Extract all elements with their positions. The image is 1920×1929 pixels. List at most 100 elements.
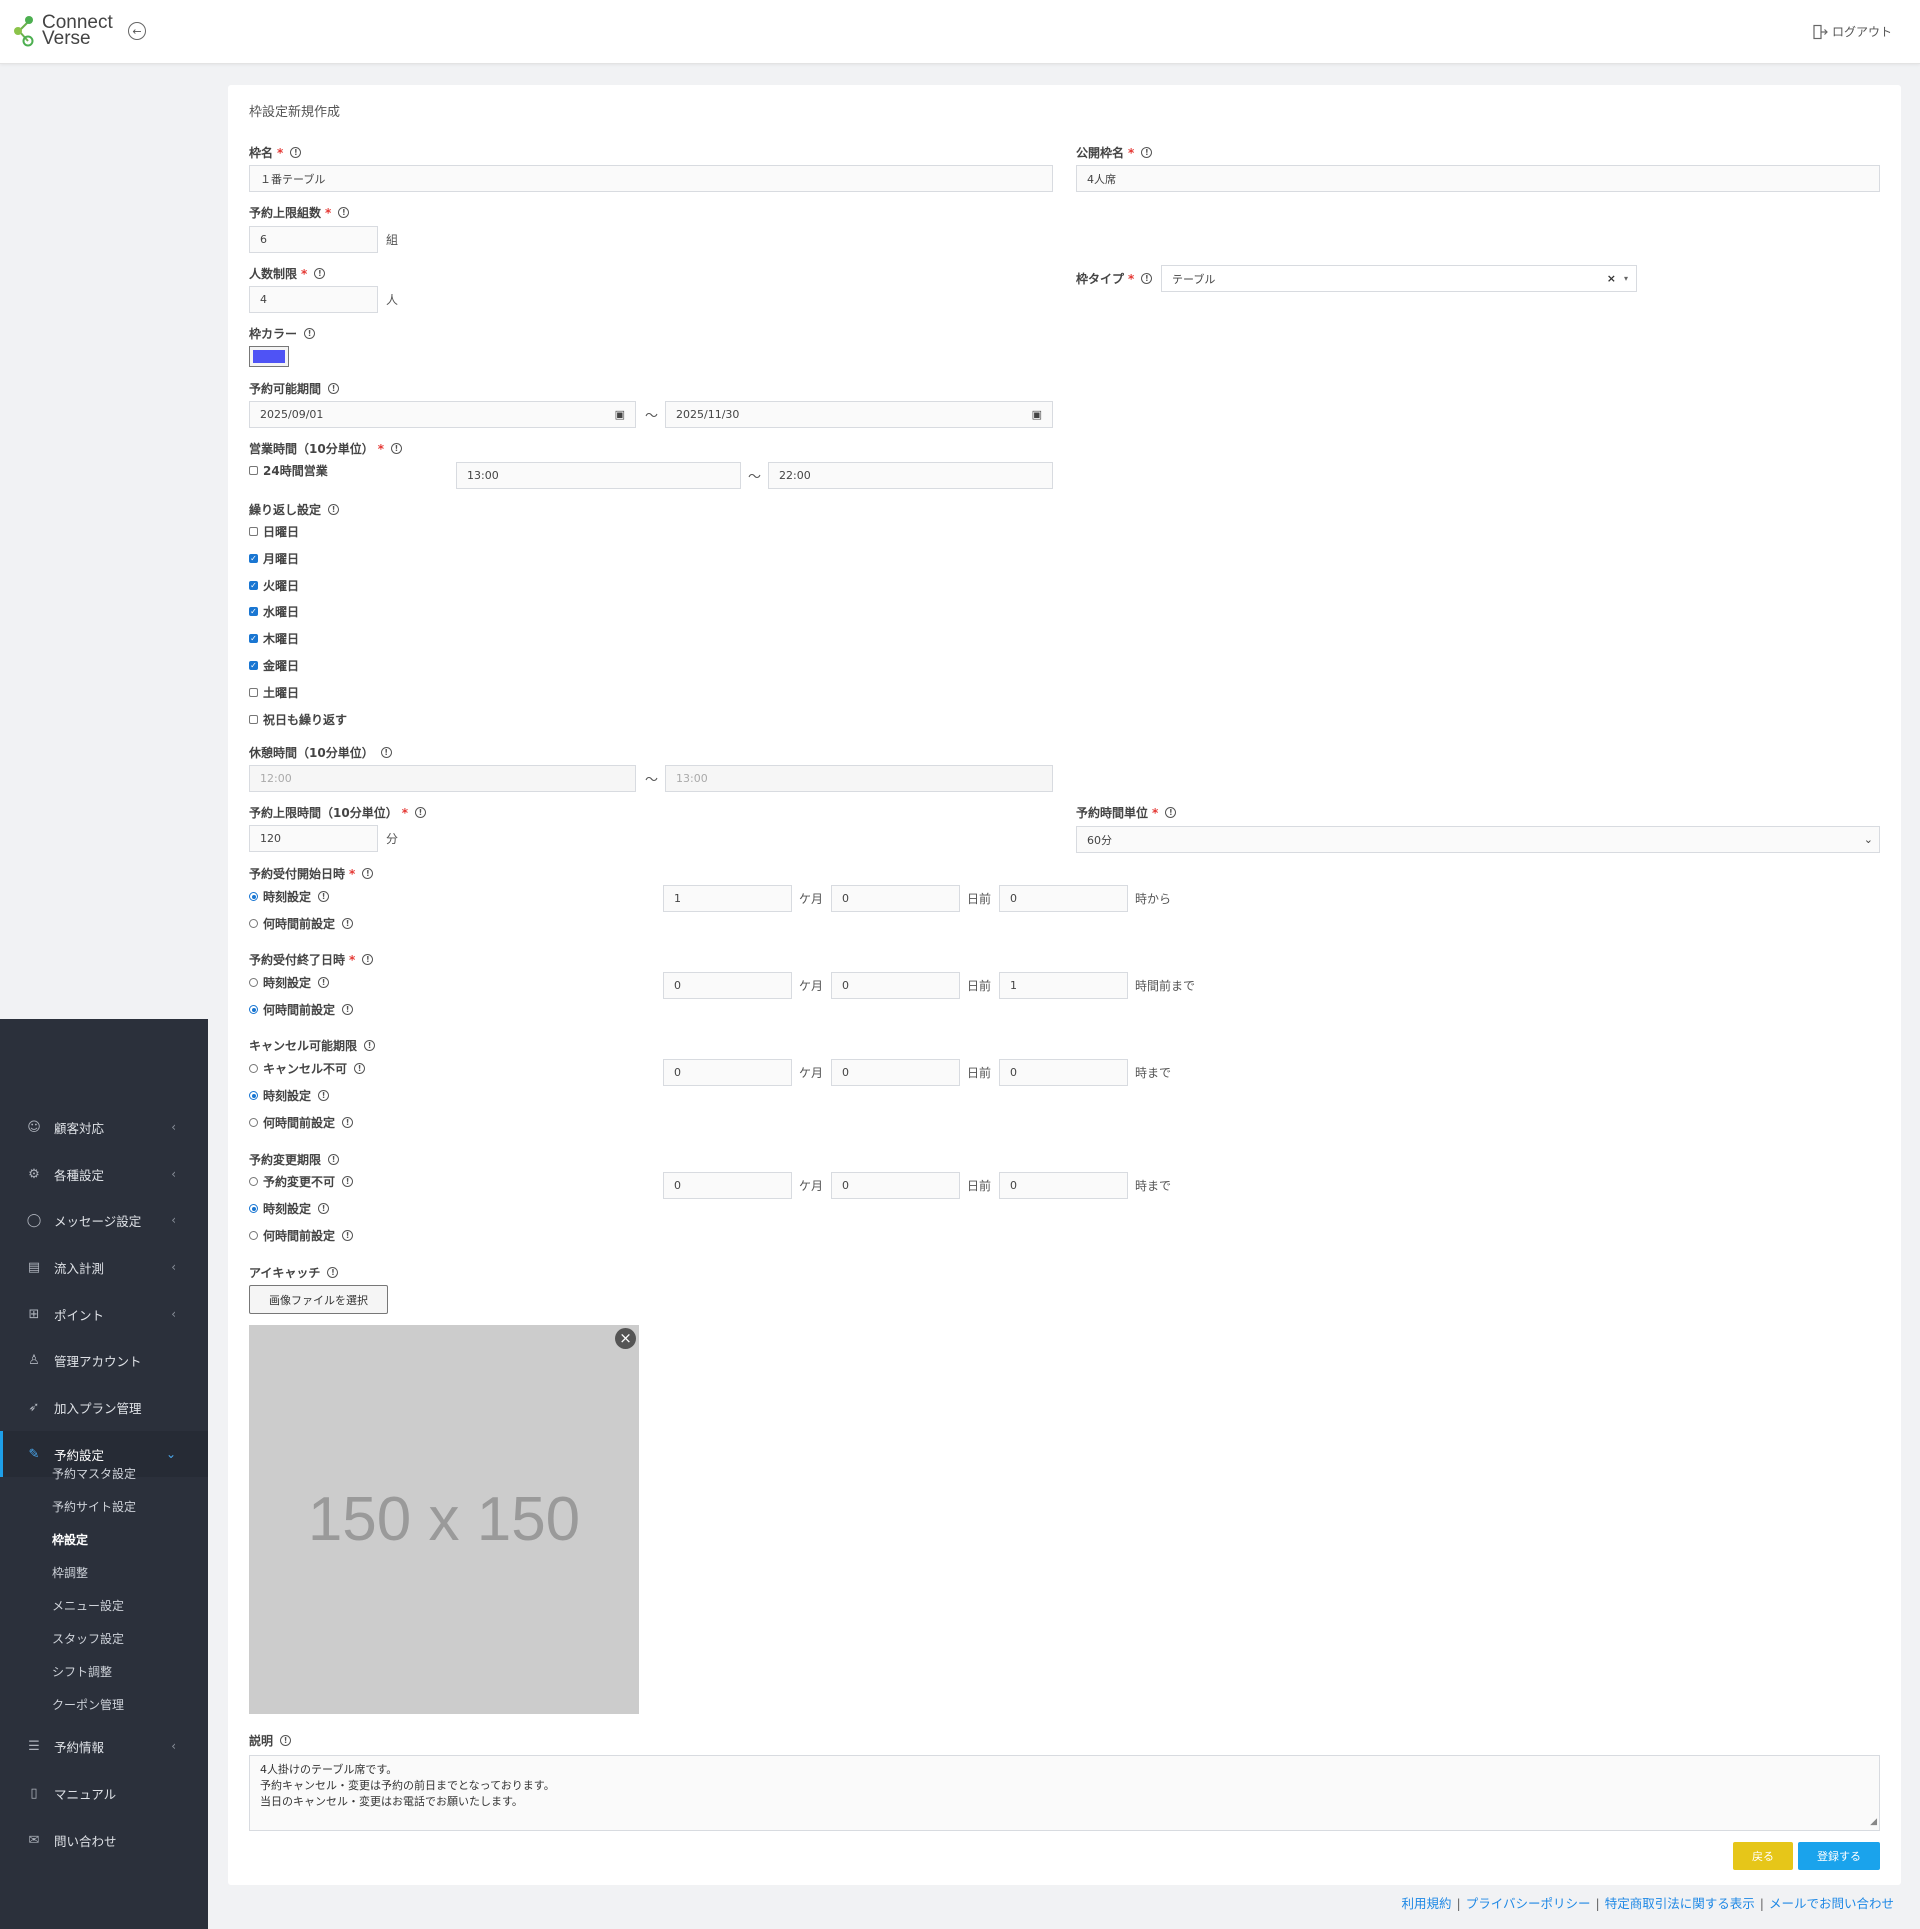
repeat-tuesday-checkbox[interactable]: ✓ 火曜日 bbox=[249, 577, 299, 594]
repeat-friday-checkbox[interactable]: ✓ 金曜日 bbox=[249, 657, 299, 674]
footer-link-privacy[interactable]: プライバシーポリシー bbox=[1466, 1896, 1591, 1911]
frame-color-picker[interactable] bbox=[249, 346, 289, 367]
help-icon[interactable]: ! bbox=[318, 891, 330, 902]
frame-type-select[interactable]: テーブル × ▾ bbox=[1161, 265, 1637, 292]
change-months-input[interactable]: 0 bbox=[663, 1172, 792, 1199]
help-icon[interactable]: ! bbox=[342, 918, 354, 929]
help-icon[interactable]: ! bbox=[354, 1063, 366, 1074]
change-days-input[interactable]: 0 bbox=[831, 1172, 960, 1199]
accept-start-hours-radio[interactable]: 何時間前設定! bbox=[249, 915, 354, 932]
footer-link-contact[interactable]: メールでお問い合わせ bbox=[1769, 1896, 1894, 1911]
accept-start-days-input[interactable]: 0 bbox=[831, 885, 960, 912]
sidebar-subitem-shift[interactable]: シフト調整 bbox=[52, 1663, 112, 1680]
help-icon[interactable]: ! bbox=[304, 328, 316, 339]
public-name-input[interactable]: 4人席 bbox=[1076, 165, 1880, 192]
help-icon[interactable]: ! bbox=[327, 1267, 339, 1278]
footer-link-terms[interactable]: 利用規約 bbox=[1402, 1896, 1452, 1911]
sidebar-item-reservation-info[interactable]: ☰ 予約情報 ‹ bbox=[0, 1723, 208, 1769]
repeat-monday-checkbox[interactable]: ✓ 月曜日 bbox=[249, 550, 299, 567]
accept-start-months-input[interactable]: 1 bbox=[663, 885, 792, 912]
time-unit-select[interactable]: 60分 ⌄ bbox=[1076, 826, 1880, 853]
max-groups-input[interactable]: 6 bbox=[249, 226, 378, 253]
sidebar-item-manual[interactable]: ▯ マニュアル bbox=[0, 1770, 208, 1816]
back-button[interactable]: 戻る bbox=[1733, 1842, 1793, 1870]
sidebar-subitem-coupon[interactable]: クーポン管理 bbox=[52, 1696, 124, 1713]
period-to-input[interactable]: 2025/11/30 ▣ bbox=[665, 401, 1053, 428]
help-icon[interactable]: ! bbox=[1165, 807, 1177, 818]
help-icon[interactable]: ! bbox=[342, 1176, 354, 1187]
sidebar-item-traffic[interactable]: ▤ 流入計測 ‹ bbox=[0, 1244, 208, 1290]
cancel-days-input[interactable]: 0 bbox=[831, 1059, 960, 1086]
repeat-holiday-checkbox[interactable]: 祝日も繰り返す bbox=[249, 711, 347, 728]
accept-end-months-input[interactable]: 0 bbox=[663, 972, 792, 999]
repeat-saturday-checkbox[interactable]: 土曜日 bbox=[249, 684, 299, 701]
repeat-sunday-checkbox[interactable]: 日曜日 bbox=[249, 523, 299, 540]
help-icon[interactable]: ! bbox=[362, 868, 374, 879]
description-textarea[interactable]: 4人掛けのテーブル席です。 予約キャンセル・変更は予約の前日までとなっております… bbox=[249, 1755, 1880, 1831]
footer-link-commerce[interactable]: 特定商取引法に関する表示 bbox=[1605, 1896, 1755, 1911]
help-icon[interactable]: ! bbox=[1141, 147, 1153, 158]
break-to-input[interactable]: 13:00 bbox=[665, 765, 1053, 792]
period-from-input[interactable]: 2025/09/01 ▣ bbox=[249, 401, 636, 428]
help-icon[interactable]: ! bbox=[414, 807, 426, 818]
calendar-icon[interactable]: ▣ bbox=[1032, 408, 1042, 421]
help-icon[interactable]: ! bbox=[290, 147, 302, 158]
sidebar-subitem-reservation-master[interactable]: 予約マスタ設定 bbox=[52, 1465, 136, 1482]
sidebar-item-plan[interactable]: ➶ 加入プラン管理 bbox=[0, 1384, 208, 1430]
help-icon[interactable]: ! bbox=[380, 747, 392, 758]
cancel-disabled-radio[interactable]: キャンセル不可! bbox=[249, 1060, 366, 1077]
help-icon[interactable]: ! bbox=[1141, 273, 1153, 284]
logout-button[interactable]: ログアウト bbox=[1812, 23, 1892, 40]
accept-start-hours-input[interactable]: 0 bbox=[999, 885, 1128, 912]
accept-end-time-radio[interactable]: 時刻設定! bbox=[249, 974, 330, 991]
cancel-time-radio[interactable]: 時刻設定! bbox=[249, 1087, 330, 1104]
sidebar-subitem-menu[interactable]: メニュー設定 bbox=[52, 1597, 124, 1614]
max-time-input[interactable]: 120 bbox=[249, 825, 378, 852]
change-time-radio[interactable]: 時刻設定! bbox=[249, 1200, 330, 1217]
help-icon[interactable]: ! bbox=[318, 977, 330, 988]
sidebar-subitem-staff[interactable]: スタッフ設定 bbox=[52, 1630, 124, 1647]
submit-button[interactable]: 登録する bbox=[1798, 1842, 1880, 1870]
cancel-hours-input[interactable]: 0 bbox=[999, 1059, 1128, 1086]
clear-icon[interactable]: × bbox=[1607, 272, 1616, 285]
sidebar-item-admin-account[interactable]: ♙ 管理アカウント bbox=[0, 1337, 208, 1383]
resize-handle-icon[interactable]: ◢ bbox=[1870, 1814, 1877, 1830]
cancel-hours-radio[interactable]: 何時間前設定! bbox=[249, 1114, 354, 1131]
sidebar-item-contact[interactable]: ✉ 問い合わせ bbox=[0, 1817, 208, 1863]
logo[interactable]: Connect Verse bbox=[12, 13, 113, 48]
accept-end-hours-radio[interactable]: 何時間前設定! bbox=[249, 1001, 354, 1018]
help-icon[interactable]: ! bbox=[328, 383, 340, 394]
sidebar-item-message[interactable]: ◯ メッセージ設定 ‹ bbox=[0, 1197, 208, 1243]
repeat-wednesday-checkbox[interactable]: ✓ 水曜日 bbox=[249, 603, 299, 620]
change-hours-input[interactable]: 0 bbox=[999, 1172, 1128, 1199]
accept-end-hours-input[interactable]: 1 bbox=[999, 972, 1128, 999]
choose-image-button[interactable]: 画像ファイルを選択 bbox=[249, 1285, 388, 1314]
change-hours-radio[interactable]: 何時間前設定! bbox=[249, 1227, 354, 1244]
sidebar-subitem-reservation-site[interactable]: 予約サイト設定 bbox=[52, 1498, 136, 1515]
sidebar-item-settings[interactable]: ⚙ 各種設定 ‹ bbox=[0, 1151, 208, 1197]
repeat-thursday-checkbox[interactable]: ✓ 木曜日 bbox=[249, 630, 299, 647]
help-icon[interactable]: ! bbox=[342, 1004, 354, 1015]
help-icon[interactable]: ! bbox=[328, 1154, 340, 1165]
business-hours-to-input[interactable]: 22:00 bbox=[768, 462, 1053, 489]
frame-name-input[interactable]: １番テーブル bbox=[249, 165, 1053, 192]
help-icon[interactable]: ! bbox=[318, 1090, 330, 1101]
accept-end-days-input[interactable]: 0 bbox=[831, 972, 960, 999]
help-icon[interactable]: ! bbox=[280, 1735, 292, 1746]
help-icon[interactable]: ! bbox=[364, 1040, 376, 1051]
sidebar-subitem-frame-settings[interactable]: 枠設定 bbox=[52, 1531, 88, 1548]
all-day-checkbox[interactable]: 24時間営業 bbox=[249, 462, 328, 479]
sidebar-item-points[interactable]: ⊞ ポイント ‹ bbox=[0, 1291, 208, 1337]
help-icon[interactable]: ! bbox=[362, 954, 374, 965]
break-from-input[interactable]: 12:00 bbox=[249, 765, 636, 792]
people-limit-input[interactable]: 4 bbox=[249, 286, 378, 313]
cancel-months-input[interactable]: 0 bbox=[663, 1059, 792, 1086]
remove-image-icon[interactable]: × bbox=[615, 1328, 636, 1349]
sidebar-subitem-frame-adjust[interactable]: 枠調整 bbox=[52, 1564, 88, 1581]
help-icon[interactable]: ! bbox=[314, 268, 326, 279]
sidebar-toggle-back-icon[interactable]: ← bbox=[128, 22, 146, 40]
calendar-icon[interactable]: ▣ bbox=[615, 408, 625, 421]
help-icon[interactable]: ! bbox=[318, 1203, 330, 1214]
help-icon[interactable]: ! bbox=[342, 1117, 354, 1128]
help-icon[interactable]: ! bbox=[338, 207, 350, 218]
